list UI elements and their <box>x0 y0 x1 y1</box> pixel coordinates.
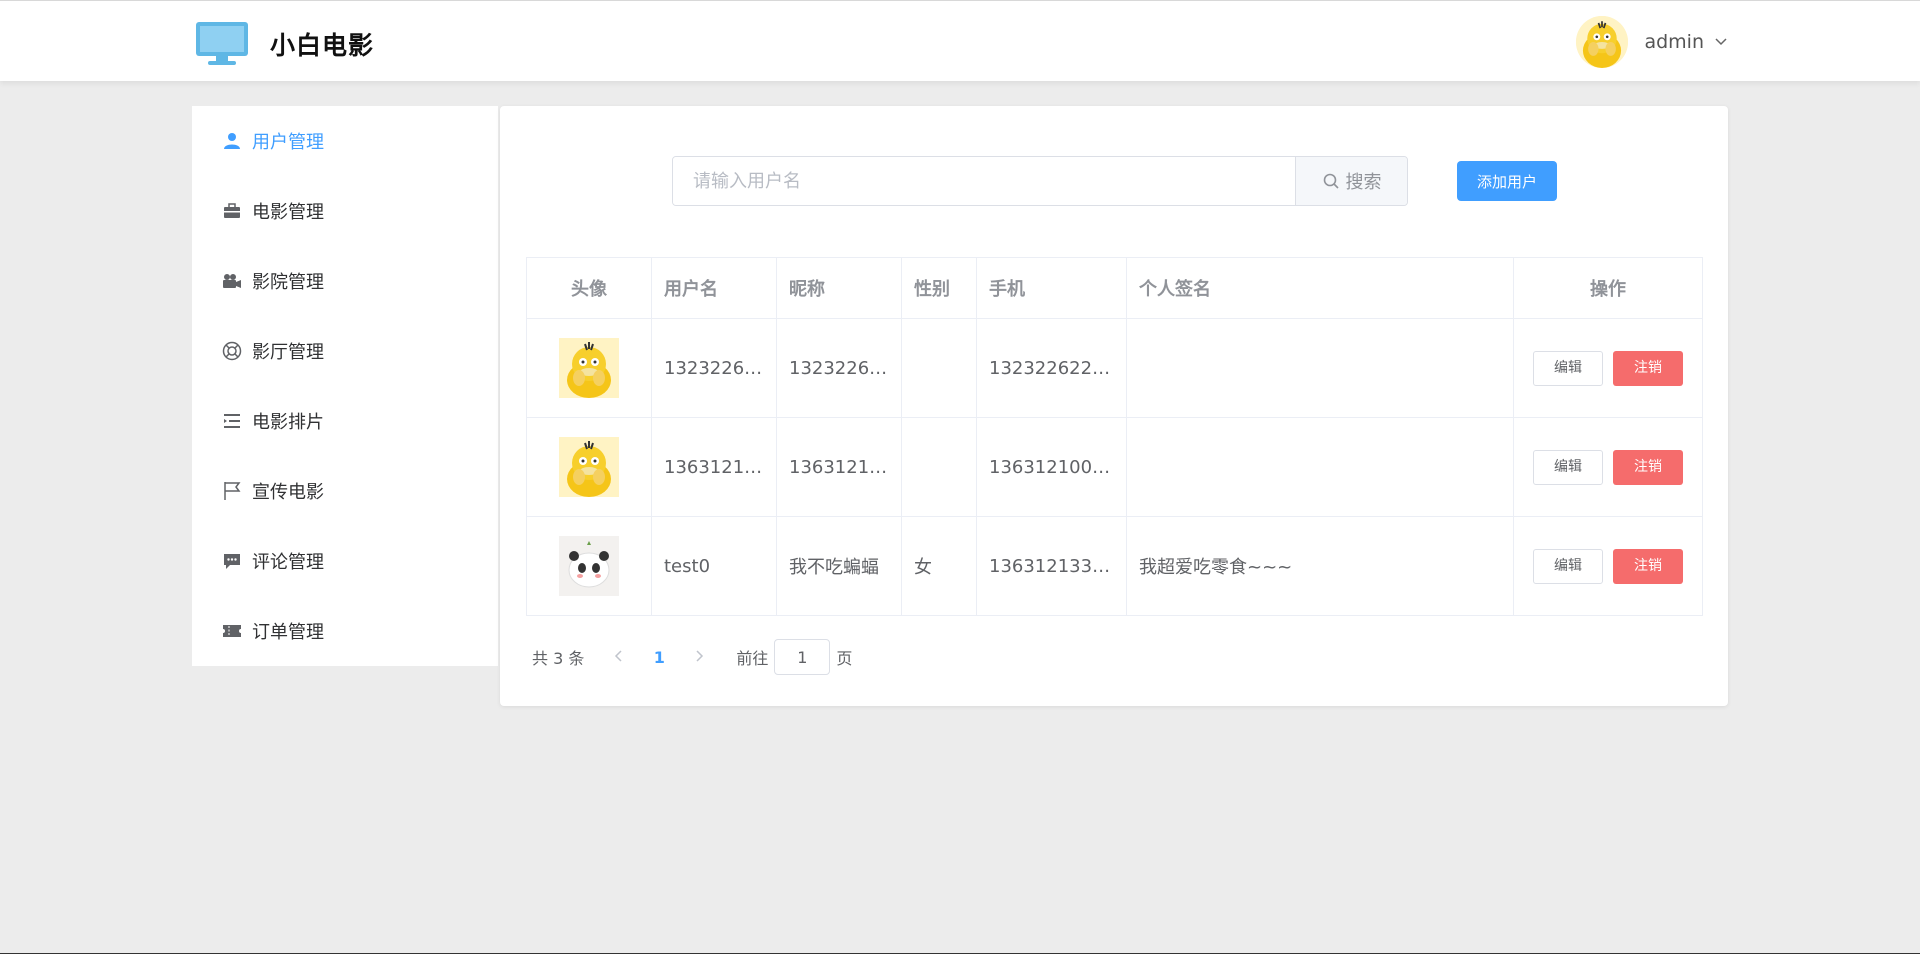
sidebar-item-label: 订单管理 <box>252 622 324 643</box>
ticket-icon <box>222 621 242 641</box>
phone-cell: 13232262200 <box>976 318 1127 418</box>
user-table: 头像 用户名 昵称 性别 手机 个人签名 操作 13232262... 1323… <box>526 257 1703 616</box>
edit-button[interactable]: 编辑 <box>1533 548 1603 584</box>
column-header-phone: 手机 <box>976 257 1127 319</box>
signature-cell <box>1126 318 1514 418</box>
avatar[interactable] <box>1576 16 1629 68</box>
prev-page-button[interactable] <box>602 648 634 667</box>
table-header-row: 头像 用户名 昵称 性别 手机 个人签名 操作 <box>526 257 1703 319</box>
list-indent-icon <box>222 411 242 431</box>
nickname-cell: 13631210... <box>776 417 902 517</box>
gender-cell <box>901 417 977 517</box>
chevron-left-icon <box>615 649 622 662</box>
signature-cell <box>1126 417 1514 517</box>
panda-avatar-icon <box>559 536 619 596</box>
sidebar-item-label: 影厅管理 <box>252 342 324 363</box>
pagination: 共 3 条 1 前往 页 <box>532 639 852 675</box>
gender-cell <box>901 318 977 418</box>
column-header-signature: 个人签名 <box>1126 257 1514 319</box>
column-header-gender: 性别 <box>901 257 977 319</box>
table-row: test0 我不吃蝙蝠 女 13631213333 我超爱吃零食~~~ 编辑 注销 <box>526 516 1703 616</box>
username-label: admin <box>1644 31 1704 53</box>
search-bar: 搜索 <box>672 156 1408 206</box>
avatar-cell <box>526 417 652 517</box>
next-page-button[interactable] <box>684 648 716 667</box>
sidebar-item-label: 评论管理 <box>252 552 324 573</box>
actions-cell: 编辑 注销 <box>1513 417 1703 517</box>
search-button-label: 搜索 <box>1345 172 1382 193</box>
search-input[interactable] <box>673 157 1295 205</box>
app-title: 小白电影 <box>270 31 375 60</box>
actions-cell: 编辑 注销 <box>1513 516 1703 616</box>
actions-cell: 编辑 注销 <box>1513 318 1703 418</box>
phone-cell: 13631210000 <box>976 417 1127 517</box>
sidebar-item-halls[interactable]: 影厅管理 <box>192 316 498 386</box>
briefcase-icon <box>222 201 242 221</box>
nickname-cell: 我不吃蝙蝠 <box>776 516 902 616</box>
sidebar-item-movies[interactable]: 电影管理 <box>192 176 498 246</box>
total-count: 共 3 条 <box>532 649 585 668</box>
camera-icon <box>222 271 242 291</box>
deactivate-button[interactable]: 注销 <box>1613 548 1683 584</box>
deactivate-button[interactable]: 注销 <box>1613 449 1683 485</box>
column-header-username: 用户名 <box>651 257 777 319</box>
top-header: 小白电影 admin <box>0 0 1920 81</box>
search-button[interactable]: 搜索 <box>1295 157 1407 205</box>
comment-icon <box>222 551 242 571</box>
sidebar-item-cinemas[interactable]: 影院管理 <box>192 246 498 316</box>
goto-page-input[interactable] <box>774 639 831 675</box>
avatar-cell <box>526 318 652 418</box>
duck-avatar-icon <box>559 437 619 497</box>
nickname-cell: 13232262... <box>776 318 902 418</box>
sidebar-item-label: 电影管理 <box>252 202 324 223</box>
table-row: 13631210... 13631210... 13631210000 编辑 注销 <box>526 417 1703 517</box>
edit-button[interactable]: 编辑 <box>1533 449 1603 485</box>
deactivate-button[interactable]: 注销 <box>1613 350 1683 386</box>
sidebar-item-promotion[interactable]: 宣传电影 <box>192 456 498 526</box>
edit-button[interactable]: 编辑 <box>1533 350 1603 386</box>
username-cell: test0 <box>651 516 777 616</box>
sidebar-item-users[interactable]: 用户管理 <box>192 106 498 176</box>
search-icon <box>1323 173 1339 189</box>
avatar-cell <box>526 516 652 616</box>
column-header-nickname: 昵称 <box>776 257 902 319</box>
username-cell: 13631210... <box>651 417 777 517</box>
lifebuoy-icon <box>222 341 242 361</box>
signature-cell: 我超爱吃零食~~~ <box>1126 516 1514 616</box>
add-user-button[interactable]: 添加用户 <box>1457 161 1557 201</box>
goto-suffix: 页 <box>836 649 853 668</box>
sidebar: 用户管理 电影管理 影院管理 影厅管理 电影排片 宣传电影 评论管理 订单管理 <box>192 106 498 666</box>
phone-cell: 13631213333 <box>976 516 1127 616</box>
chevron-down-icon <box>1715 38 1727 46</box>
sidebar-item-orders[interactable]: 订单管理 <box>192 596 498 666</box>
sidebar-item-schedule[interactable]: 电影排片 <box>192 386 498 456</box>
duck-avatar-icon <box>1576 16 1629 68</box>
user-menu[interactable]: admin <box>1576 15 1728 69</box>
chevron-right-icon <box>696 649 704 662</box>
sidebar-item-label: 电影排片 <box>252 412 324 433</box>
username-cell: 13232262... <box>651 318 777 418</box>
main-card: 搜索 添加用户 头像 用户名 昵称 性别 手机 个人签名 操作 <box>500 106 1728 706</box>
duck-avatar-icon <box>559 338 619 398</box>
sidebar-item-label: 宣传电影 <box>252 482 324 503</box>
monitor-logo-icon <box>196 22 248 65</box>
goto-prefix: 前往 <box>736 649 769 668</box>
table-row: 13232262... 13232262... 13232262200 编辑 注销 <box>526 318 1703 418</box>
page-number[interactable]: 1 <box>634 648 684 667</box>
flag-icon <box>222 481 242 501</box>
column-header-actions: 操作 <box>1513 257 1703 319</box>
user-icon <box>222 131 242 151</box>
column-header-avatar: 头像 <box>526 257 652 319</box>
sidebar-item-comments[interactable]: 评论管理 <box>192 526 498 596</box>
gender-cell: 女 <box>901 516 977 616</box>
sidebar-item-label: 用户管理 <box>252 132 324 153</box>
sidebar-item-label: 影院管理 <box>252 272 324 293</box>
